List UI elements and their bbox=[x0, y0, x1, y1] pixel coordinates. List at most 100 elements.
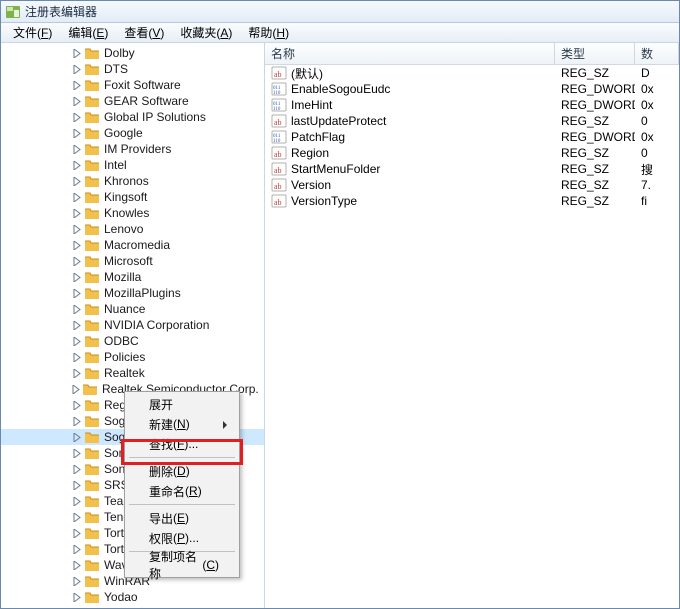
expand-closed-icon[interactable] bbox=[71, 64, 82, 75]
list-row[interactable]: VersionREG_SZ7. bbox=[265, 177, 679, 193]
ctx-expand[interactable]: 展开 bbox=[127, 394, 237, 414]
value-name: (默认) bbox=[291, 65, 323, 82]
menu-f[interactable]: 文件(F) bbox=[5, 22, 60, 43]
expand-closed-icon[interactable] bbox=[71, 112, 82, 123]
expand-closed-icon[interactable] bbox=[71, 592, 82, 603]
expand-closed-icon[interactable] bbox=[71, 560, 82, 571]
ctx-find[interactable]: 查找(F)... bbox=[127, 434, 237, 454]
tree-item-label: GEAR Software bbox=[104, 93, 195, 109]
tree-item[interactable]: IM Providers bbox=[1, 141, 264, 157]
value-type: REG_SZ bbox=[555, 194, 635, 208]
tree-item[interactable]: Microsoft bbox=[1, 253, 264, 269]
list-row[interactable]: EnableSogouEudcREG_DWORD0x bbox=[265, 81, 679, 97]
col-header-data[interactable]: 数 bbox=[635, 43, 679, 64]
expand-closed-icon[interactable] bbox=[71, 176, 82, 187]
tree-item[interactable]: GEAR Software bbox=[1, 93, 264, 109]
expand-closed-icon[interactable] bbox=[71, 368, 82, 379]
tree-item-label: Khronos bbox=[104, 173, 155, 189]
tree-item[interactable]: Realtek bbox=[1, 365, 264, 381]
expand-closed-icon[interactable] bbox=[71, 384, 80, 395]
tree-item-label: Global IP Solutions bbox=[104, 109, 212, 125]
tree-item[interactable]: NVIDIA Corporation bbox=[1, 317, 264, 333]
menu-v[interactable]: 查看(V) bbox=[116, 22, 172, 43]
expand-closed-icon[interactable] bbox=[71, 400, 82, 411]
ctx-delete[interactable]: 删除(D) bbox=[127, 461, 237, 481]
expand-closed-icon[interactable] bbox=[71, 224, 82, 235]
list-row[interactable]: VersionTypeREG_SZfi bbox=[265, 193, 679, 209]
expand-closed-icon[interactable] bbox=[71, 448, 82, 459]
tree-item[interactable]: Mozilla bbox=[1, 269, 264, 285]
tree-item[interactable]: Google bbox=[1, 125, 264, 141]
expand-closed-icon[interactable] bbox=[71, 416, 82, 427]
menu-a[interactable]: 收藏夹(A) bbox=[172, 22, 240, 43]
expand-closed-icon[interactable] bbox=[71, 336, 82, 347]
tree-item[interactable]: Kingsoft bbox=[1, 189, 264, 205]
menu-h[interactable]: 帮助(H) bbox=[240, 22, 297, 43]
value-data: D bbox=[635, 66, 679, 80]
col-header-type[interactable]: 类型 bbox=[555, 43, 635, 64]
tree-item[interactable]: DTS bbox=[1, 61, 264, 77]
expand-closed-icon[interactable] bbox=[71, 608, 82, 609]
expand-closed-icon[interactable] bbox=[71, 496, 82, 507]
expand-closed-icon[interactable] bbox=[71, 528, 82, 539]
expand-closed-icon[interactable] bbox=[71, 240, 82, 251]
tree-item[interactable]: Global IP Solutions bbox=[1, 109, 264, 125]
expand-closed-icon[interactable] bbox=[71, 304, 82, 315]
ctx-rename[interactable]: 重命名(R) bbox=[127, 481, 237, 501]
folder-icon bbox=[84, 557, 100, 573]
tree-item-label: ODBC bbox=[104, 333, 145, 349]
tree-item[interactable]: Nuance bbox=[1, 301, 264, 317]
expand-closed-icon[interactable] bbox=[71, 208, 82, 219]
ctx-new[interactable]: 新建(N) bbox=[127, 414, 237, 434]
expand-closed-icon[interactable] bbox=[71, 544, 82, 555]
folder-icon bbox=[84, 45, 100, 61]
tree-item[interactable]: Knowles bbox=[1, 205, 264, 221]
reg-dword-icon bbox=[271, 81, 287, 97]
tree-item[interactable]: Policies bbox=[1, 349, 264, 365]
expand-closed-icon[interactable] bbox=[71, 352, 82, 363]
tree-item-label: Nuance bbox=[104, 301, 151, 317]
ctx-export[interactable]: 导出(E) bbox=[127, 508, 237, 528]
expand-closed-icon[interactable] bbox=[71, 320, 82, 331]
expand-closed-icon[interactable] bbox=[71, 464, 82, 475]
list-row[interactable]: RegionREG_SZ0 bbox=[265, 145, 679, 161]
list-row[interactable]: StartMenuFolderREG_SZ搜 bbox=[265, 161, 679, 177]
expand-closed-icon[interactable] bbox=[71, 128, 82, 139]
tree-item[interactable]: MozillaPlugins bbox=[1, 285, 264, 301]
expand-closed-icon[interactable] bbox=[71, 96, 82, 107]
expand-closed-icon[interactable] bbox=[71, 192, 82, 203]
tree-item-label: Knowles bbox=[104, 205, 155, 221]
expand-closed-icon[interactable] bbox=[71, 480, 82, 491]
expand-closed-icon[interactable] bbox=[71, 160, 82, 171]
ctx-copy-key-name[interactable]: 复制项名称(C) bbox=[127, 555, 237, 575]
tree-item[interactable]: Khronos bbox=[1, 173, 264, 189]
tree-item[interactable]: Foxit Software bbox=[1, 77, 264, 93]
list-row[interactable]: PatchFlagREG_DWORD0x bbox=[265, 129, 679, 145]
ctx-permissions[interactable]: 权限(P)... bbox=[127, 528, 237, 548]
tree-item-label: Dolby bbox=[104, 45, 141, 61]
list-row[interactable]: lastUpdateProtectREG_SZ0 bbox=[265, 113, 679, 129]
tree-item[interactable]: Youdao bbox=[1, 605, 264, 608]
tree-item[interactable]: Macromedia bbox=[1, 237, 264, 253]
expand-closed-icon[interactable] bbox=[71, 512, 82, 523]
tree-item[interactable]: ODBC bbox=[1, 333, 264, 349]
tree-item[interactable]: Yodao bbox=[1, 589, 264, 605]
tree-item[interactable]: Dolby bbox=[1, 45, 264, 61]
expand-closed-icon[interactable] bbox=[71, 80, 82, 91]
tree-item[interactable]: Lenovo bbox=[1, 221, 264, 237]
expand-closed-icon[interactable] bbox=[71, 576, 82, 587]
folder-icon bbox=[84, 333, 100, 349]
col-header-name[interactable]: 名称 bbox=[265, 43, 555, 64]
expand-closed-icon[interactable] bbox=[71, 272, 82, 283]
expand-closed-icon[interactable] bbox=[71, 432, 82, 443]
expand-closed-icon[interactable] bbox=[71, 256, 82, 267]
list-row[interactable]: (默认)REG_SZD bbox=[265, 65, 679, 81]
menu-e[interactable]: 编辑(E) bbox=[60, 22, 116, 43]
list-row[interactable]: ImeHintREG_DWORD0x bbox=[265, 97, 679, 113]
expand-closed-icon[interactable] bbox=[71, 144, 82, 155]
reg-sz-icon bbox=[271, 145, 287, 161]
expand-closed-icon[interactable] bbox=[71, 288, 82, 299]
expand-closed-icon[interactable] bbox=[71, 48, 82, 59]
list-pane[interactable]: 名称 类型 数 (默认)REG_SZDEnableSogouEudcREG_DW… bbox=[265, 43, 679, 608]
tree-item[interactable]: Intel bbox=[1, 157, 264, 173]
